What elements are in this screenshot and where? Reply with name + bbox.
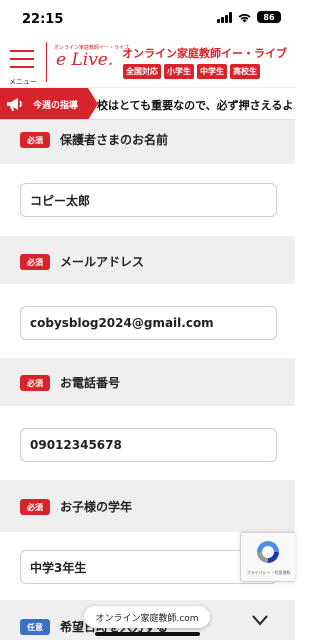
site-header: メニュー オンライン家庭教師イー・ライブ e Live. オンライン家庭教師イー… (0, 38, 295, 88)
required-badge: 必須 (20, 499, 50, 515)
menu-label: メニュー (9, 78, 37, 86)
battery-icon: 86 (257, 11, 281, 23)
field-label-grade: お子様の学年 (60, 500, 133, 514)
field-header-grade: 必須 お子様の学年 (0, 480, 295, 532)
required-badge: 必須 (20, 254, 50, 270)
address-bar[interactable]: オンライン家庭教師.com (84, 606, 210, 628)
status-icons: 86 (217, 11, 281, 23)
field-label-phone: お電話番号 (60, 376, 121, 390)
field-area-phone: 09012345678 (0, 406, 295, 480)
status-bar: 22:15 86 (0, 0, 295, 38)
field-area-guardian-name: コピー太郎 (0, 164, 295, 236)
header-title: オンライン家庭教師イー・ライブ (122, 47, 287, 60)
required-badge: 必須 (20, 132, 50, 148)
home-indicator[interactable] (95, 632, 200, 636)
field-header-email: 必須 メールアドレス (0, 236, 295, 284)
menu-button[interactable]: メニュー (5, 44, 39, 86)
news-ticker[interactable]: 今週の指導 校はとても重要なので、必ず押さえるよ (0, 88, 295, 120)
news-text: 校はとても重要なので、必ず押さえるよ (97, 99, 294, 112)
recaptcha-icon (257, 541, 279, 563)
field-label-guardian-name: 保護者さまのお名前 (60, 133, 169, 147)
news-tag-label: 今週の指導 (33, 100, 79, 111)
hamburger-icon-bar (10, 58, 34, 60)
cellular-signal-icon (217, 11, 232, 23)
target-badges: 全国対応 小学生 中学生 高校生 (123, 64, 260, 79)
field-header-phone: 必須 お電話番号 (0, 358, 295, 406)
phone-input[interactable]: 09012345678 (20, 428, 277, 462)
badge-junior-high: 中学生 (197, 64, 227, 79)
guardian-name-input[interactable]: コピー太郎 (20, 183, 277, 217)
field-header-guardian-name: 必須 保護者さまのお名前 (0, 120, 295, 164)
megaphone-icon (7, 98, 22, 111)
recaptcha-links[interactable]: プライバシー・利用規約 (243, 570, 294, 576)
badge-elementary: 小学生 (164, 64, 194, 79)
chevron-down-icon[interactable] (252, 614, 268, 626)
field-area-email: cobysblog2024@gmail.com (0, 284, 295, 358)
news-tag: 今週の指導 (0, 88, 98, 119)
email-input[interactable]: cobysblog2024@gmail.com (20, 306, 277, 340)
grade-select[interactable]: 中学3年生 (20, 550, 277, 584)
hamburger-icon (10, 50, 34, 52)
logo-main-text: e Live. (56, 50, 114, 70)
header-divider (46, 42, 47, 82)
badge-high-school: 高校生 (230, 64, 260, 79)
badge-nationwide: 全国対応 (123, 64, 161, 79)
wifi-icon (238, 13, 251, 22)
field-label-email: メールアドレス (60, 255, 145, 269)
hamburger-icon-bar (10, 66, 34, 68)
recaptcha-badge[interactable]: プライバシー・利用規約 (240, 532, 295, 582)
status-time: 22:15 (22, 12, 64, 27)
required-badge: 必須 (20, 375, 50, 391)
optional-badge: 任意 (20, 619, 50, 635)
